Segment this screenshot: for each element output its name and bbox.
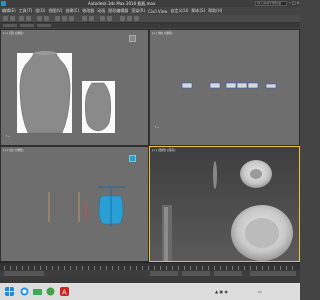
mirror-button[interactable] <box>100 16 105 21</box>
angle-snap-button[interactable] <box>89 16 94 21</box>
start-icon[interactable] <box>5 287 14 296</box>
ribbon-tab[interactable] <box>37 24 51 27</box>
select-by-name-button[interactable] <box>44 16 49 21</box>
coord-field[interactable] <box>214 271 242 276</box>
menu-animation[interactable]: 动画 <box>97 8 105 14</box>
render-setup-button[interactable] <box>127 16 132 21</box>
viewport-perspective[interactable]: [+] [透视] [真实] <box>149 146 300 262</box>
menu-modifiers[interactable]: 修改器 <box>82 8 94 14</box>
search-input[interactable]: 键入关键字或短语 <box>255 1 287 6</box>
view-cube-icon[interactable] <box>129 35 136 42</box>
view-cube-icon[interactable] <box>129 155 136 162</box>
vase-large-shape <box>19 52 71 134</box>
object-thumbnail <box>181 82 193 89</box>
time-slider[interactable] <box>0 262 300 270</box>
playback-controls[interactable] <box>250 271 296 276</box>
menu-group[interactable]: 组(G) <box>35 8 45 14</box>
perspective-objects <box>162 160 293 261</box>
unlink-button[interactable] <box>26 16 31 21</box>
front-view-objects <box>181 82 277 89</box>
svg-text:A: A <box>62 290 67 297</box>
viewport-left[interactable]: [+] [左] [线框] <box>0 146 149 262</box>
taskbar: A ▲ ▣ ◉ ▭ <box>0 283 300 300</box>
menu-customize[interactable]: 自定义(U) <box>170 8 188 14</box>
object-thumbnail <box>247 82 259 89</box>
menu-help[interactable]: 帮助(H) <box>208 8 222 14</box>
viewport-label[interactable]: [+] [顶] [线框] <box>3 31 23 35</box>
object-thumbnail <box>236 82 248 89</box>
scale-button[interactable] <box>69 16 74 21</box>
close-button[interactable]: × <box>296 1 300 5</box>
redo-button[interactable] <box>10 16 15 21</box>
plate-thin-shape <box>213 161 217 189</box>
object-thumbnail <box>225 82 237 89</box>
ribbon-tab[interactable] <box>3 24 17 27</box>
align-button[interactable] <box>107 16 112 21</box>
wechat-icon[interactable] <box>46 287 55 296</box>
main-toolbar <box>0 15 300 23</box>
status-prompt <box>4 271 44 276</box>
select-button[interactable] <box>37 16 42 21</box>
axis-tripod-icon: ↑→ <box>154 125 160 129</box>
menu-civil-view[interactable]: Civil View <box>148 9 167 14</box>
move-button[interactable] <box>55 16 60 21</box>
menu-edit[interactable]: 编辑(E) <box>2 8 16 14</box>
tray-icons[interactable]: ▲ ▣ ◉ <box>215 289 228 294</box>
vase-small-shape <box>84 82 112 132</box>
menu-graph-editors[interactable]: 图形编辑器 <box>108 8 128 14</box>
left-view-objects <box>48 186 125 227</box>
tray-clock[interactable]: ▭ <box>258 289 262 294</box>
menu-tools[interactable]: 工具(T) <box>19 8 33 14</box>
object-thumbnail <box>265 83 277 89</box>
status-bar <box>0 270 300 277</box>
menu-views[interactable]: 视图(V) <box>48 8 62 14</box>
menu-scripting[interactable]: 脚本(S) <box>191 8 205 14</box>
ribbon-strip <box>0 23 300 28</box>
vase-reference-images <box>17 51 115 134</box>
axis-tripod-icon: ↑→ <box>5 134 11 138</box>
viewport-front[interactable]: [+] [前] [线框] ↑→ <box>149 29 300 146</box>
render-button[interactable] <box>134 16 139 21</box>
autodesk-icon[interactable]: A <box>60 287 69 296</box>
material-editor-button[interactable] <box>120 16 125 21</box>
coord-field[interactable] <box>182 271 210 276</box>
object-thumbnail <box>209 82 221 89</box>
menu-rendering[interactable]: 渲染(R) <box>131 8 145 14</box>
viewport-label[interactable]: [+] [前] [线框] <box>152 31 172 35</box>
menu-create[interactable]: 创建(C) <box>65 8 79 14</box>
snap-button[interactable] <box>82 16 87 21</box>
rotate-button[interactable] <box>62 16 67 21</box>
title-bar: Autodesk 3ds Max 2016 瓶瓶.max 键入关键字或短语 – … <box>0 0 300 7</box>
viewport-label[interactable]: [+] [左] [线框] <box>3 148 23 152</box>
undo-button[interactable] <box>3 16 8 21</box>
menu-bar: 编辑(E) 工具(T) 组(G) 视图(V) 创建(C) 修改器 动画 图形编辑… <box>0 7 300 15</box>
viewport-top[interactable]: [+] [顶] [线框] ↑→ <box>0 29 149 146</box>
app-logo-icon[interactable] <box>1 1 6 6</box>
coord-field[interactable] <box>150 271 178 276</box>
folder-icon[interactable] <box>33 287 42 296</box>
browser-icon[interactable] <box>20 287 29 296</box>
link-button[interactable] <box>19 16 24 21</box>
ribbon-tab[interactable] <box>20 24 34 27</box>
